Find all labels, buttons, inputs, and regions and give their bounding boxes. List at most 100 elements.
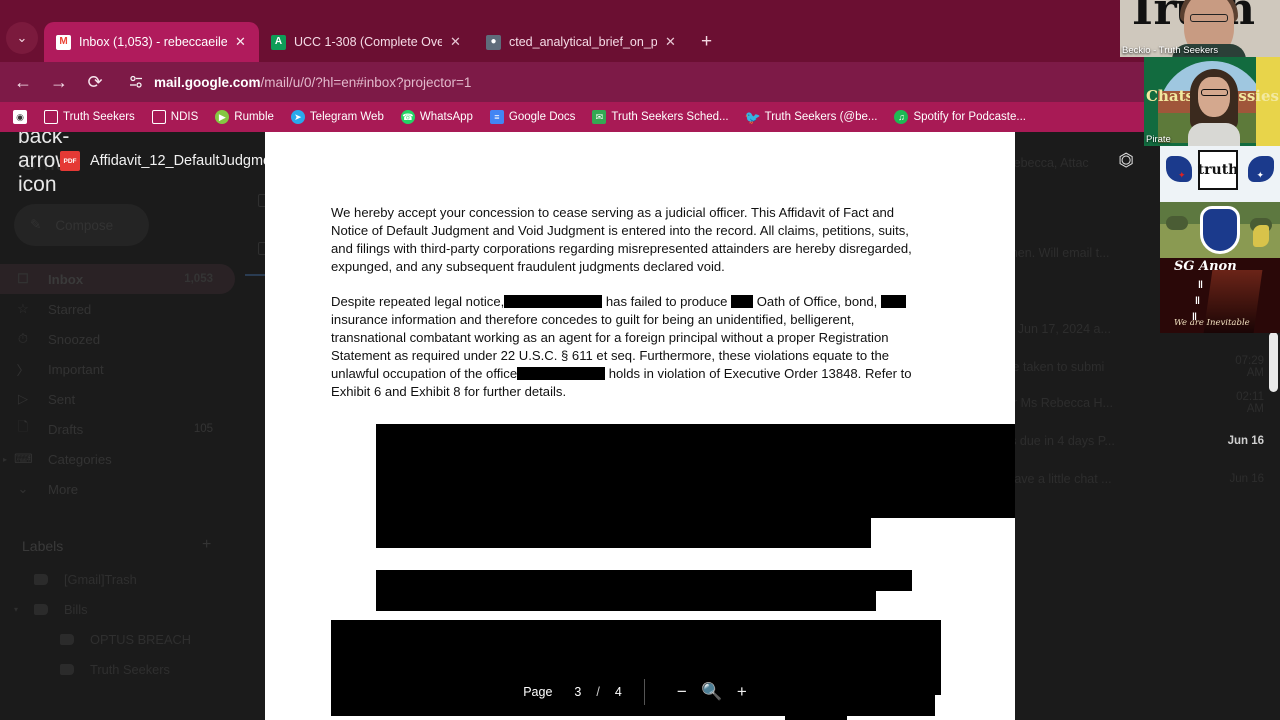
back-button[interactable]: ← (12, 72, 34, 93)
zoom-in-button[interactable]: + (727, 682, 757, 702)
sidebar-item-more[interactable]: ⌄ More (0, 474, 235, 504)
sidebar-item-label: Sent (48, 391, 76, 407)
url-domain: mail.google.com (154, 74, 261, 90)
sidebar-item-label: Important (48, 361, 104, 377)
sidebar-item-snoozed[interactable]: ⏱ Snoozed (0, 324, 235, 354)
tab-list: M Inbox (1,053) - rebeccaeileen78 ✕ A UC… (44, 22, 724, 62)
sidebar-item-starred[interactable]: ☆ Starred (0, 294, 235, 324)
participant-name: Pirate (1146, 134, 1171, 145)
send-icon: ▷ (18, 391, 28, 406)
magnifier-icon[interactable]: 🔍 (697, 682, 727, 702)
browser-toolbar: ← → ⟳ mail.google.com/mail/u/0/?hl=en#in… (0, 62, 1280, 102)
bookmark-spotify-podcasters[interactable]: ♫ Spotify for Podcaste... (887, 108, 1033, 126)
chats-text: Chats (1146, 87, 1194, 105)
message-snippet: 50 is due in 4 days P... (990, 434, 1115, 448)
current-page-number[interactable]: 3 (574, 685, 581, 699)
video-tile-sganon[interactable]: SG Anon ‖ ‖ ‖ We are Inevitable SGAnon (1160, 258, 1280, 333)
sganon-tagline: We are Inevitable (1174, 318, 1250, 328)
table-row[interactable]: Dear Ms Rebecca H... 02:11 AM (990, 391, 1280, 415)
bookmark-label: Truth Seekers (63, 111, 135, 123)
rumble-icon: ▶ (215, 110, 230, 124)
kangaroo-icon (1253, 225, 1269, 247)
sganon-title: SG Anon (1174, 259, 1237, 274)
bookmark-google-docs[interactable]: ≡ Google Docs (483, 108, 582, 126)
sidebar-item-label: Snoozed (48, 331, 101, 347)
bookmark-truth-seekers-site[interactable]: ◉ (6, 108, 34, 126)
close-icon[interactable]: ✕ (450, 34, 464, 50)
video-tile-dale-m-top[interactable]: ✦ ✦ truth (1160, 146, 1280, 202)
gmail-nav-list: ☐ Inbox 1,053 ☆ Starred ⏱ Snoozed 〉 Impo… (0, 264, 235, 504)
select-checkbox[interactable] (258, 194, 271, 207)
sidebar-item-label: Drafts (48, 421, 84, 437)
label-item-label: [Gmail]Trash (64, 571, 137, 587)
label-item-label: OPTUS BREACH (90, 631, 191, 647)
draft-icon: 🗋 (17, 419, 29, 434)
sidebar-item-inbox[interactable]: ☐ Inbox 1,053 (0, 264, 235, 294)
sidebar-item-label: Starred (48, 301, 92, 317)
tab-title: cted_analytical_brief_on_ppps_c (509, 35, 657, 49)
gmail-page: Gmail ✎ Compose ☐ Inbox 1,053 ☆ Starred … (0, 132, 1280, 720)
label-item-label: Bills (64, 601, 88, 617)
decorative-dash: ‖ (1198, 280, 1203, 291)
reload-button[interactable]: ⟳ (84, 72, 106, 93)
bookmark-truth-seekers-folder[interactable]: Truth Seekers (37, 108, 142, 126)
label-item-bills[interactable]: ▾ Bills (0, 594, 235, 624)
address-bar[interactable]: mail.google.com/mail/u/0/?hl=en#inbox?pr… (120, 69, 1268, 95)
bookmark-ndis[interactable]: NDIS (145, 108, 205, 126)
tab-search-button[interactable]: ⌄ (6, 22, 38, 54)
zoom-out-button[interactable]: − (667, 682, 697, 702)
label-item-gmail-trash[interactable]: [Gmail]Trash (0, 564, 235, 594)
bookmark-whatsapp[interactable]: ☎ WhatsApp (394, 108, 480, 126)
message-snippet: ou've taken to submi (990, 360, 1105, 374)
bookmark-truth-seekers-twitter[interactable]: 🐦 Truth Seekers (@be... (739, 108, 885, 126)
bookmark-telegram-web[interactable]: ➤ Telegram Web (284, 108, 391, 126)
table-row[interactable]: nd have a little chat ... Jun 16 (990, 468, 1280, 490)
video-tile-beckio[interactable]: Truth Beckio - Truth Seekers (1120, 0, 1280, 57)
bookmark-label: Telegram Web (309, 111, 384, 123)
bookmark-label: Spotify for Podcaste... (913, 111, 1026, 123)
video-tile-pirate[interactable]: Chats Aussies Pirate (1144, 57, 1280, 146)
gmail-sidebar: Gmail ✎ Compose ☐ Inbox 1,053 ☆ Starred … (0, 132, 250, 720)
compose-button[interactable]: ✎ Compose (14, 204, 149, 246)
ucc-icon: A (271, 34, 286, 50)
inbox-icon: ☐ (17, 271, 29, 286)
decorative-dash: ‖ (1195, 296, 1200, 307)
chevron-down-icon: ▾ (672, 153, 680, 169)
close-icon[interactable]: ✕ (235, 34, 249, 50)
label-item-optus-breach[interactable]: OPTUS BREACH (0, 624, 235, 654)
tab-inbox[interactable]: M Inbox (1,053) - rebeccaeileen78 ✕ (44, 22, 259, 62)
bookmark-rumble[interactable]: ▶ Rumble (208, 108, 281, 126)
doc-icon: ● (486, 34, 501, 50)
telegram-icon: ➤ (290, 110, 305, 124)
tab-ucc[interactable]: A UCC 1-308 (Complete Overview ✕ (259, 22, 474, 62)
message-time: 02:11 AM (1236, 391, 1264, 415)
flag-icon: ✦ (1166, 156, 1192, 182)
bookmark-truth-seekers-schedule[interactable]: ✉ Truth Seekers Sched... (585, 108, 735, 126)
chevron-down-icon: ▾ (14, 604, 19, 614)
pencil-icon: ✎ (30, 217, 42, 232)
sidebar-item-important[interactable]: 〉 Important (0, 354, 235, 384)
chevron-right-icon: ▸ (3, 454, 8, 464)
sidebar-item-categories[interactable]: ▸ ⌨ Categories (0, 444, 235, 474)
message-snippet: Dear Ms Rebecca H... (990, 396, 1113, 410)
total-pages: 4 (614, 685, 622, 699)
bookmark-label: WhatsApp (419, 111, 473, 123)
close-icon[interactable]: ✕ (665, 34, 679, 50)
message-time: Jun 16 (1227, 435, 1264, 447)
sidebar-item-drafts[interactable]: 🗋 Drafts 105 (0, 414, 235, 444)
open-with-button[interactable]: Open with ▾ (0, 132, 1280, 190)
whatsapp-icon: ☎ (400, 110, 415, 124)
table-row[interactable]: ou've taken to submi 07:29 AM (990, 355, 1280, 379)
video-tile-dale-m[interactable]: Dale M (1160, 202, 1280, 258)
new-tab-button[interactable]: + (689, 31, 724, 53)
forward-button[interactable]: → (48, 72, 70, 93)
avatar (1198, 77, 1230, 117)
add-label-button[interactable]: + (202, 536, 211, 554)
tab-analytical-brief[interactable]: ● cted_analytical_brief_on_ppps_c ✕ (474, 22, 689, 62)
scrollbar-thumb[interactable] (1269, 332, 1278, 392)
table-row[interactable]: 50 is due in 4 days P... Jun 16 (990, 430, 1280, 452)
pdf-page-controls: Page 3 / 4 − 🔍 + (0, 664, 1280, 720)
site-settings-icon[interactable] (128, 74, 144, 90)
select-checkbox[interactable] (258, 242, 271, 255)
sidebar-item-sent[interactable]: ▷ Sent (0, 384, 235, 414)
